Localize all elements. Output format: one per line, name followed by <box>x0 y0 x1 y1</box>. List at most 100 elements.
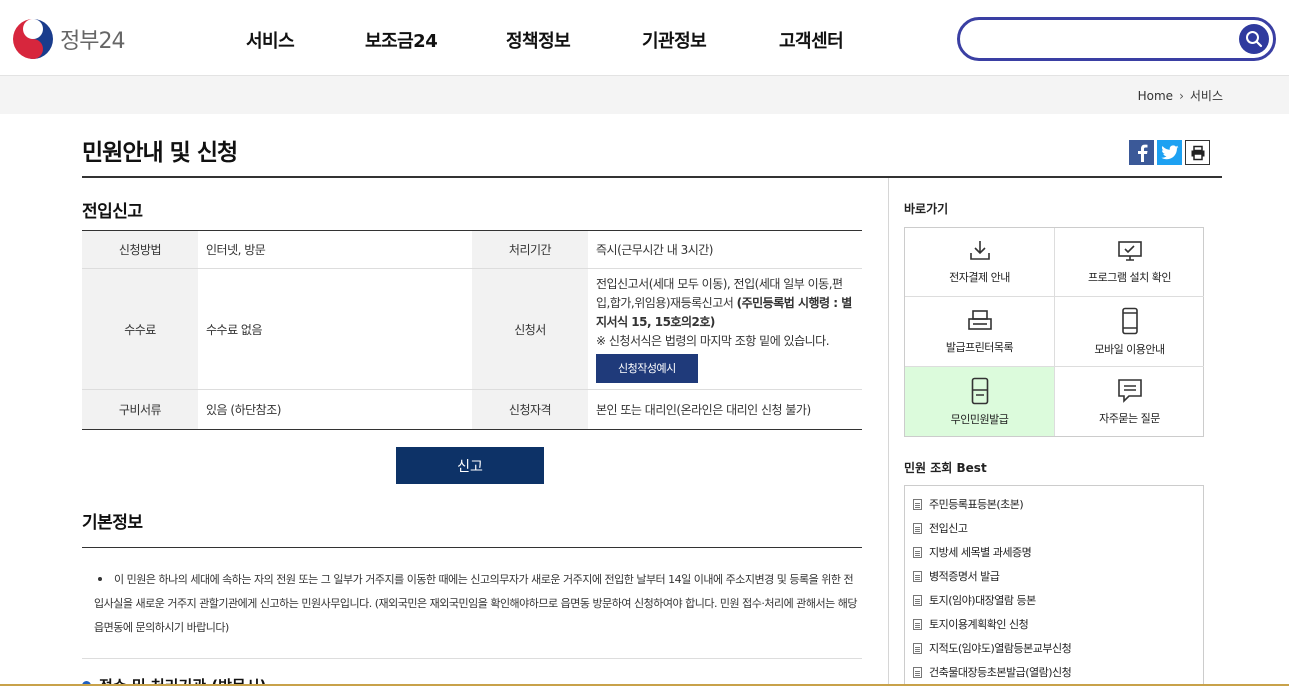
table-row: 수수료 수수료 없음 신청서 전입신고서(세대 모두 이동), 전입(세대 일부… <box>82 268 862 390</box>
kiosk-icon <box>971 377 988 404</box>
quick-link-label: 프로그램 설치 확인 <box>1088 271 1171 284</box>
taegeuk-logo-icon <box>13 19 53 59</box>
facebook-share-button[interactable] <box>1129 140 1154 165</box>
basic-info-description: 이 민원은 하나의 세대에 속하는 자의 전원 또는 그 일부가 거주지를 이동… <box>94 573 857 634</box>
speech-bubble-icon <box>1117 378 1142 403</box>
search-input[interactable] <box>974 26 1234 52</box>
form-cell: 전입신고서(세대 모두 이동), 전입(세대 일부 이동,편입,합가,위임용)재… <box>588 268 862 390</box>
bullet-icon <box>98 577 102 581</box>
printer-icon <box>1191 145 1204 160</box>
quick-links-grid: 전자결제 안내 프로그램 설치 확인 발급프린터목록 모바일 이용안내 무인민원… <box>904 227 1204 437</box>
facebook-icon <box>1137 144 1147 162</box>
list-item-label: 지방세 세목별 과세증명 <box>929 546 1032 559</box>
best-list: 주민등록표등본(초본) 전입신고 지방세 세목별 과세증명 병적증명서 발급 토… <box>904 485 1204 686</box>
quick-link-label: 발급프린터목록 <box>945 340 1014 354</box>
quick-links-title: 바로가기 <box>904 202 949 216</box>
list-item-label: 건축물대장등초본발급(열람)신청 <box>929 666 1072 679</box>
breadcrumb: Home › 서비스 <box>1138 87 1223 104</box>
list-item-label: 주민등록표등본(초본) <box>929 498 1024 511</box>
basic-info-divider <box>82 547 862 548</box>
best-list-title: 민원 조회 Best <box>904 461 987 475</box>
quick-link-label: 무인민원발급 <box>950 412 1009 426</box>
list-item-label: 전입신고 <box>929 522 968 535</box>
printer-icon <box>967 309 992 330</box>
header: 정부24 서비스 보조금24 정책정보 기관정보 고객센터 <box>0 0 1289 76</box>
list-item[interactable]: 전입신고 <box>905 516 1203 540</box>
form-note: ※ 신청서식은 법령의 마지막 조항 밑에 있습니다. <box>596 334 830 348</box>
breadcrumb-home[interactable]: Home <box>1138 89 1173 103</box>
docs-value: 있음 (하단참조) <box>206 403 281 417</box>
list-item[interactable]: 주민등록표등본(초본) <box>905 492 1203 516</box>
period-label: 처리기간 <box>472 230 588 269</box>
document-icon <box>913 546 922 558</box>
info-table: 신청방법 인터넷, 방문 처리기간 즉시(근무시간 내 3시간) 수수료 수수료… <box>82 230 862 430</box>
method-label: 신청방법 <box>82 230 198 269</box>
table-row: 구비서류 있음 (하단참조) 신청자격 본인 또는 대리인(온라인은 대리인 신… <box>82 389 862 430</box>
sidebar-divider <box>888 178 889 686</box>
document-icon <box>913 642 922 654</box>
twitter-icon <box>1160 145 1178 160</box>
qual-label: 신청자격 <box>472 389 588 430</box>
apply-button[interactable]: 신고 <box>396 447 544 484</box>
logo[interactable]: 정부24 <box>12 18 125 60</box>
section-divider <box>82 658 862 659</box>
quick-link-kiosk[interactable]: 무인민원발급 <box>905 367 1055 436</box>
form-description: 전입신고서(세대 모두 이동), 전입(세대 일부 이동,편입,합가,위임용)재… <box>596 269 854 389</box>
search-button[interactable] <box>1239 24 1269 54</box>
list-item-label: 토지이용계획확인 신청 <box>929 618 1029 631</box>
logo-text: 정부24 <box>60 29 125 54</box>
breadcrumb-band: Home › 서비스 <box>0 76 1289 114</box>
breadcrumb-current[interactable]: 서비스 <box>1190 87 1223 104</box>
method-value: 인터넷, 방문 <box>198 230 472 269</box>
quick-link-payment[interactable]: 전자결제 안내 <box>905 228 1055 297</box>
chevron-right-icon: › <box>1179 88 1184 103</box>
quick-link-program-check[interactable]: 프로그램 설치 확인 <box>1055 228 1204 297</box>
section-title: 전입신고 <box>82 202 143 222</box>
mobile-icon <box>1121 307 1138 334</box>
document-icon <box>913 666 922 678</box>
list-item[interactable]: 지방세 세목별 과세증명 <box>905 540 1203 564</box>
quick-link-faq[interactable]: 자주묻는 질문 <box>1055 367 1204 436</box>
list-item-label: 지적도(임야도)열람등본교부신청 <box>929 642 1072 655</box>
table-row: 신청방법 인터넷, 방문 처리기간 즉시(근무시간 내 3시간) <box>82 230 862 269</box>
document-icon <box>913 594 922 606</box>
nav-item-agency[interactable]: 기관정보 <box>642 27 707 53</box>
list-item-label: 병적증명서 발급 <box>929 570 1000 583</box>
search-box <box>957 17 1276 61</box>
page-title: 민원안내 및 신청 <box>82 140 238 166</box>
twitter-share-button[interactable] <box>1157 140 1182 165</box>
print-button[interactable] <box>1185 140 1210 165</box>
docs-label: 구비서류 <box>82 389 198 430</box>
nav-item-service[interactable]: 서비스 <box>246 27 295 53</box>
qual-value: 본인 또는 대리인(온라인은 대리인 신청 불가) <box>596 403 811 417</box>
quick-link-printer-list[interactable]: 발급프린터목록 <box>905 297 1055 367</box>
search-icon <box>1246 31 1263 48</box>
fee-label: 수수료 <box>82 268 198 390</box>
form-label: 신청서 <box>472 268 588 390</box>
nav-item-support[interactable]: 고객센터 <box>779 27 844 53</box>
sample-form-button[interactable]: 신청작성예시 <box>596 354 698 383</box>
nav-item-policy[interactable]: 정책정보 <box>506 27 571 53</box>
title-divider <box>82 176 1222 178</box>
quick-link-mobile-guide[interactable]: 모바일 이용안내 <box>1055 297 1204 367</box>
fee-value: 수수료 없음 <box>198 268 472 390</box>
document-icon <box>913 570 922 582</box>
list-item[interactable]: 병적증명서 발급 <box>905 564 1203 588</box>
list-item-label: 토지(임야)대장열람 등본 <box>929 594 1036 607</box>
period-value: 즉시(근무시간 내 3시간) <box>588 230 862 269</box>
list-item[interactable]: 건축물대장등초본발급(열람)신청 <box>905 660 1203 684</box>
download-icon <box>969 241 990 260</box>
quick-link-label: 모바일 이용안내 <box>1094 342 1165 356</box>
nav-item-subsidy[interactable]: 보조금24 <box>365 27 438 53</box>
list-item[interactable]: 지적도(임야도)열람등본교부신청 <box>905 636 1203 660</box>
quick-link-label: 자주묻는 질문 <box>1099 411 1160 425</box>
document-icon <box>913 522 922 534</box>
share-buttons <box>1129 140 1210 165</box>
monitor-icon <box>1117 241 1142 261</box>
list-item[interactable]: 토지이용계획확인 신청 <box>905 612 1203 636</box>
basic-info-title: 기본정보 <box>82 513 143 533</box>
quick-link-label: 전자결제 안내 <box>949 271 1010 284</box>
basic-info-text: 이 민원은 하나의 세대에 속하는 자의 전원 또는 그 일부가 거주지를 이동… <box>94 568 860 640</box>
document-icon <box>913 618 922 630</box>
list-item[interactable]: 토지(임야)대장열람 등본 <box>905 588 1203 612</box>
